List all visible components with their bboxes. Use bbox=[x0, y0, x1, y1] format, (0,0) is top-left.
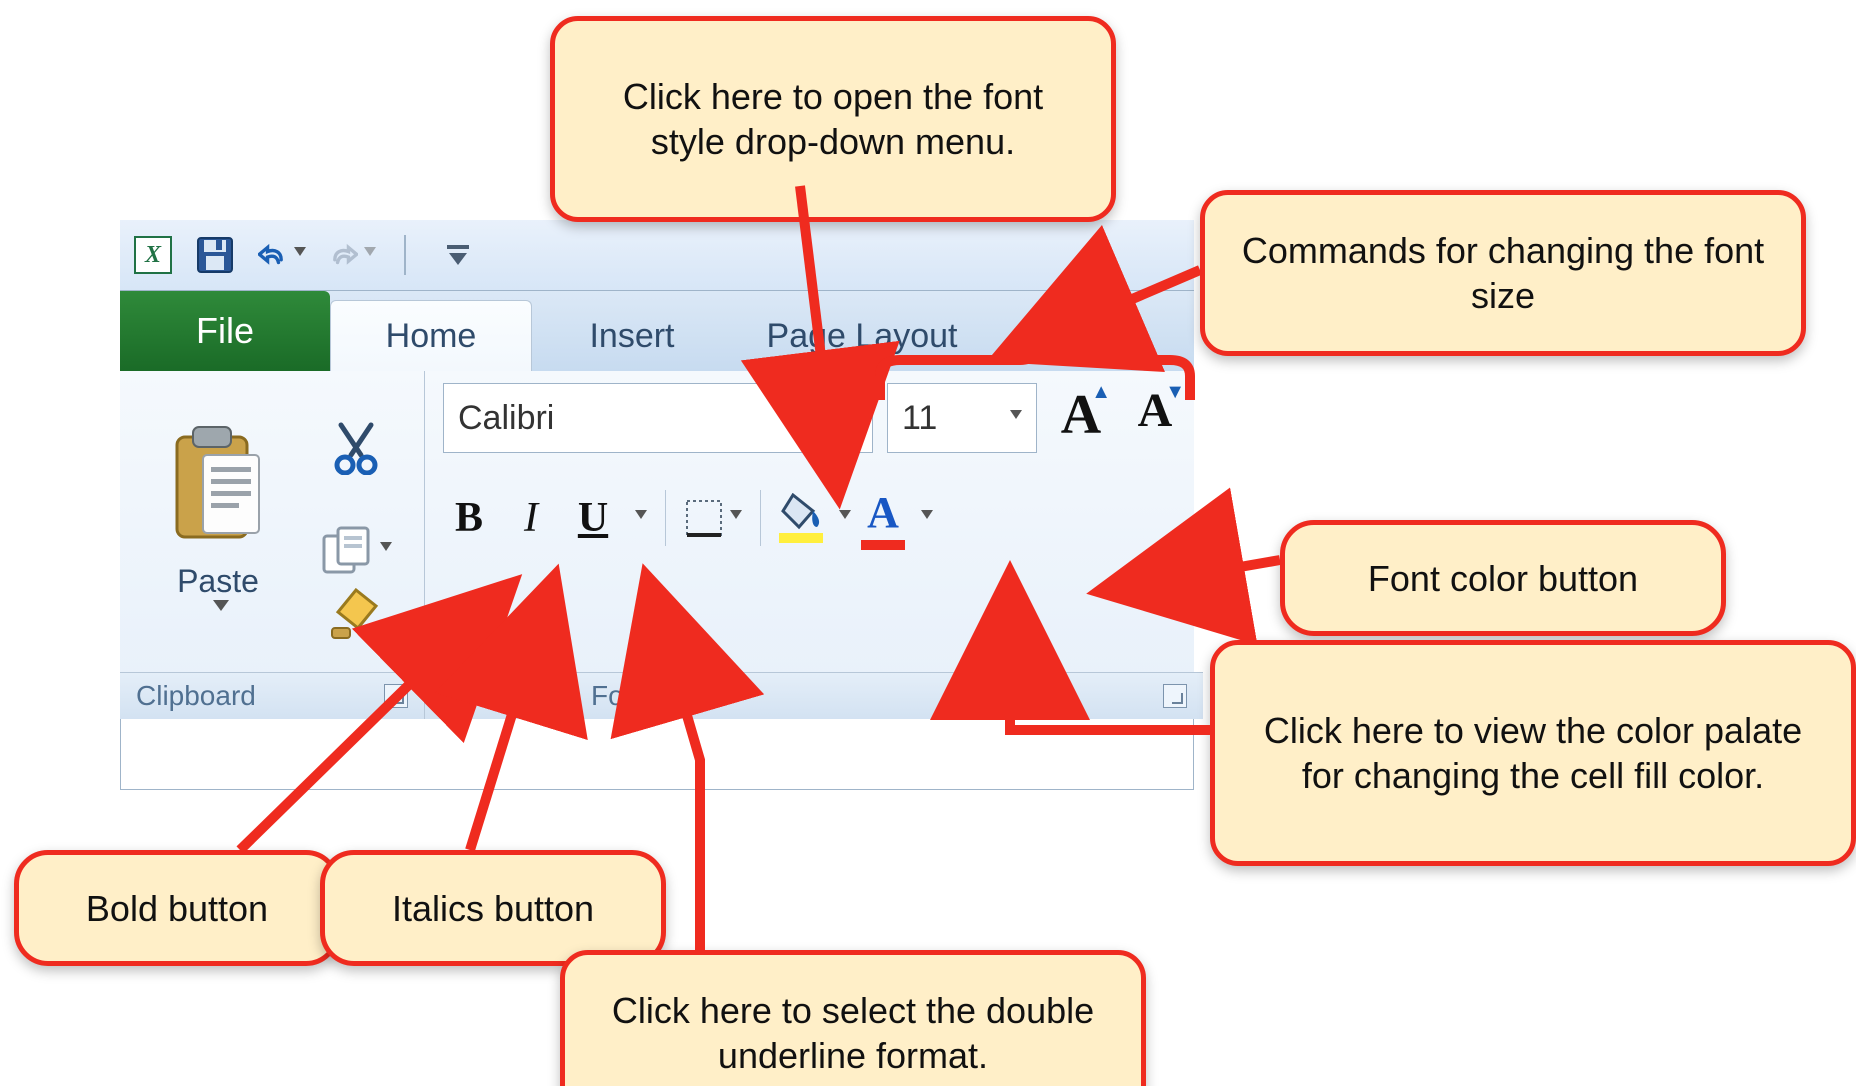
font-size-dropdown-icon[interactable] bbox=[1010, 410, 1022, 419]
callout-bold-button: Bold button bbox=[14, 850, 340, 966]
font-dialog-launcher[interactable] bbox=[1163, 684, 1187, 708]
group-clipboard: Paste bbox=[120, 371, 424, 719]
callout-font-size-commands: Commands for changing the font size bbox=[1200, 190, 1806, 356]
font-color-button[interactable]: A bbox=[861, 487, 905, 550]
decrease-font-size-button[interactable]: A▼ bbox=[1125, 383, 1185, 453]
tab-insert[interactable]: Insert bbox=[532, 301, 732, 371]
clipboard-dialog-launcher[interactable] bbox=[384, 684, 408, 708]
callout-font-style-dropdown: Click here to open the font style drop-d… bbox=[550, 16, 1116, 222]
ribbon-tab-strip: File Home Insert Page Layout Formula bbox=[120, 291, 1194, 371]
tab-formulas[interactable]: Formula bbox=[992, 301, 1182, 371]
borders-button[interactable] bbox=[684, 498, 742, 538]
borders-icon bbox=[684, 498, 724, 538]
font-color-dropdown-icon[interactable] bbox=[921, 510, 933, 519]
underline-dropdown-icon[interactable] bbox=[635, 510, 647, 519]
excel-app-icon[interactable] bbox=[134, 236, 172, 274]
font-color-swatch bbox=[861, 540, 905, 550]
font-name-value: Calibri bbox=[458, 399, 554, 438]
paint-bucket-icon bbox=[779, 493, 823, 531]
tab-page-layout[interactable]: Page Layout bbox=[732, 301, 992, 371]
fill-color-button[interactable] bbox=[779, 493, 823, 543]
font-name-dropdown-icon[interactable] bbox=[842, 409, 858, 420]
tab-file[interactable]: File bbox=[120, 291, 330, 371]
customize-qat-button[interactable] bbox=[434, 236, 482, 274]
tab-home[interactable]: Home bbox=[330, 300, 532, 371]
redo-dropdown-icon[interactable] bbox=[364, 247, 376, 256]
paste-icon[interactable] bbox=[163, 419, 273, 559]
italic-button[interactable]: I bbox=[505, 492, 557, 544]
group-font: Calibri 11 A▲ A▼ B I bbox=[424, 371, 1203, 719]
callout-fill-color: Click here to view the color palate for … bbox=[1210, 640, 1856, 866]
clipboard-group-footer: Clipboard bbox=[120, 672, 424, 719]
increase-font-size-button[interactable]: A▲ bbox=[1051, 383, 1111, 453]
cut-button[interactable] bbox=[331, 421, 381, 475]
font-name-combo[interactable]: Calibri bbox=[443, 383, 873, 453]
borders-dropdown-icon[interactable] bbox=[730, 510, 742, 519]
font-size-value: 11 bbox=[902, 399, 937, 438]
fill-color-swatch bbox=[779, 533, 823, 543]
save-button[interactable] bbox=[194, 234, 236, 276]
undo-button[interactable] bbox=[258, 236, 306, 274]
undo-dropdown-icon[interactable] bbox=[294, 247, 306, 256]
bold-button[interactable]: B bbox=[443, 492, 495, 544]
clipboard-group-label: Clipboard bbox=[136, 680, 256, 712]
underline-button[interactable]: U bbox=[567, 492, 619, 544]
font-size-combo[interactable]: 11 bbox=[887, 383, 1037, 453]
copy-dropdown-icon[interactable] bbox=[380, 542, 392, 551]
redo-button[interactable] bbox=[328, 236, 376, 274]
paste-dropdown-icon[interactable] bbox=[213, 600, 229, 611]
callout-double-underline: Click here to select the double underlin… bbox=[560, 950, 1146, 1086]
paste-label: Paste bbox=[177, 563, 259, 600]
ribbon-groups: Paste bbox=[120, 371, 1194, 719]
callout-font-color-button: Font color button bbox=[1280, 520, 1726, 636]
callout-italics-button: Italics button bbox=[320, 850, 666, 966]
font-color-a: A bbox=[867, 487, 899, 538]
font-group-footer: Font bbox=[425, 672, 1203, 719]
quick-access-toolbar bbox=[120, 220, 1194, 291]
fill-color-dropdown-icon[interactable] bbox=[839, 510, 851, 519]
copy-button[interactable] bbox=[320, 526, 392, 576]
format-painter-button[interactable] bbox=[328, 588, 384, 647]
font-group-label: Font bbox=[591, 680, 647, 712]
excel-ribbon: File Home Insert Page Layout Formula bbox=[120, 220, 1194, 790]
